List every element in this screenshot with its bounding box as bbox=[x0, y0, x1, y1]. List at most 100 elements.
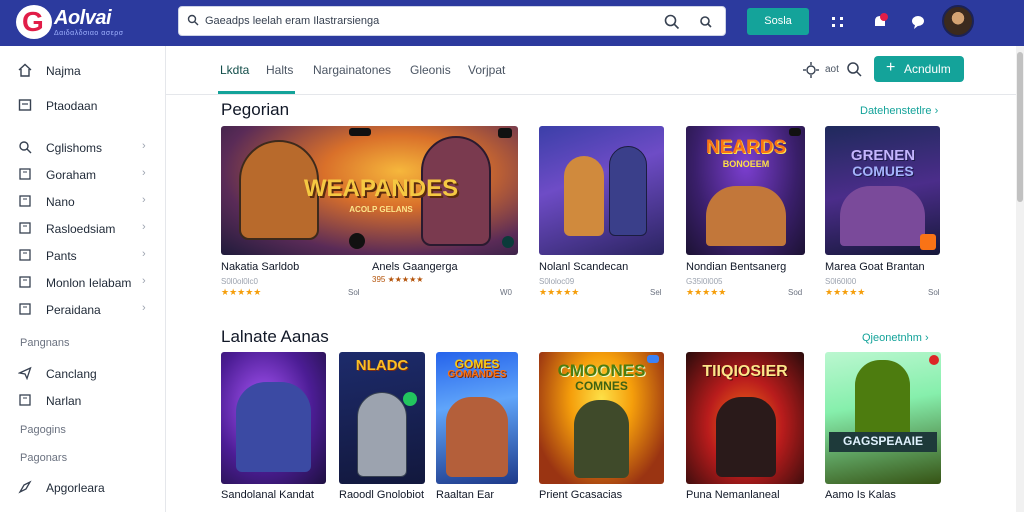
see-all-label: Datehenstetlre bbox=[860, 105, 932, 117]
character-figure bbox=[357, 392, 407, 477]
game-card[interactable]: GOMES GOMANDES bbox=[436, 352, 518, 484]
game-card[interactable]: CMOONES COMNES bbox=[539, 352, 664, 484]
chevron-right-icon: › bbox=[142, 194, 146, 206]
tab-item[interactable]: Vorjpat bbox=[468, 63, 505, 77]
search-input[interactable]: Gaeadps leelah eram Ilastrarsienga bbox=[178, 6, 726, 36]
character-group bbox=[236, 382, 311, 472]
sidebar-section-heading: Pangnans bbox=[20, 337, 70, 349]
chat-bubble-icon[interactable] bbox=[908, 12, 928, 32]
game-card[interactable]: NLADC bbox=[339, 352, 425, 484]
game-title[interactable]: Nolanl Scandecan bbox=[539, 261, 628, 273]
library-icon bbox=[18, 99, 32, 111]
game-card[interactable]: TIIQIOSIER bbox=[686, 352, 804, 484]
chevron-right-icon: › bbox=[142, 167, 146, 179]
character-figure bbox=[564, 156, 604, 236]
game-title[interactable]: Raoodl Gnolobiot bbox=[339, 489, 424, 501]
chevron-right-icon: › bbox=[142, 221, 146, 233]
search-filter-icon[interactable] bbox=[697, 13, 715, 31]
chevron-right-icon: › bbox=[142, 302, 146, 314]
game-title[interactable]: Nakatia Sarldob bbox=[221, 261, 299, 273]
game-title[interactable]: Aamo Is Kalas bbox=[825, 489, 896, 501]
game-title[interactable]: Anels Gaangerga bbox=[372, 261, 458, 273]
plus-icon: + bbox=[886, 59, 896, 76]
settings-icon[interactable] bbox=[802, 61, 820, 79]
sidebar-item-category[interactable]: Goraham › bbox=[18, 164, 158, 186]
game-title[interactable]: Nondian Bentsanerg bbox=[686, 261, 786, 273]
game-logo-text: GRENEN bbox=[850, 147, 916, 164]
sidebar-item-label: Goraham bbox=[46, 168, 97, 182]
sidebar-item-category[interactable]: Monlon Ielabam › bbox=[18, 272, 158, 294]
game-logo-subtext: ACOLP GELANS bbox=[349, 205, 413, 214]
grid-icon bbox=[19, 249, 31, 261]
sidebar-item-category[interactable]: Nano › bbox=[18, 191, 158, 213]
rating-badge-icon bbox=[498, 128, 512, 138]
search-icon bbox=[19, 141, 32, 154]
game-logo-text: GAGSPEAAIE bbox=[842, 434, 923, 448]
character-group bbox=[446, 397, 508, 477]
game-card[interactable]: NEARDS BONOEEM bbox=[686, 126, 805, 255]
game-title[interactable]: Raaltan Ear bbox=[436, 489, 494, 501]
game-card[interactable]: GRENEN COMUES bbox=[825, 126, 940, 255]
game-meta: 395 ★★★★★ bbox=[372, 275, 424, 284]
game-title[interactable]: Sandolanal Kandat bbox=[221, 489, 314, 501]
sidebar-item-category[interactable]: Peraidana › bbox=[18, 299, 158, 321]
game-logo-subtext: COMUES bbox=[852, 163, 914, 179]
game-title[interactable]: Puna Nemanlaneal bbox=[686, 489, 780, 501]
game-logo-text: WEAPANDES bbox=[303, 175, 459, 202]
search-icon[interactable] bbox=[846, 61, 863, 78]
rating-badge-icon bbox=[929, 355, 939, 365]
sidebar-item-share[interactable]: Apgorleara bbox=[18, 477, 158, 499]
game-card[interactable] bbox=[539, 126, 664, 255]
sidebar: Najma Ptaodaan Cglishoms › Goraham › Nan… bbox=[0, 46, 166, 512]
search-submit-icon[interactable] bbox=[663, 13, 681, 31]
sidebar-item-send[interactable]: Canclang bbox=[18, 363, 158, 385]
sidebar-item-home[interactable]: Najma bbox=[18, 60, 158, 82]
game-title[interactable]: Marea Goat Brantan bbox=[825, 261, 925, 273]
sidebar-item-label: Ptaodaan bbox=[46, 99, 98, 113]
chevron-right-icon: › bbox=[142, 248, 146, 260]
rating-badge-icon bbox=[789, 128, 801, 136]
create-button[interactable]: + Acndulm bbox=[874, 56, 964, 82]
sidebar-item-label: Peraidana bbox=[46, 303, 101, 317]
tab-item[interactable]: Nargainatones bbox=[313, 63, 391, 77]
apps-grid-icon[interactable] bbox=[828, 12, 848, 32]
top-action-button[interactable]: Sosla bbox=[747, 8, 809, 35]
platform-icon bbox=[403, 392, 417, 406]
sidebar-item-label: Monlon Ielabam bbox=[46, 276, 132, 290]
rating-stars-icon: ★★★★★ bbox=[539, 287, 580, 297]
game-logo-subtext: COMNES bbox=[575, 379, 628, 393]
sidebar-item-label: Narlan bbox=[46, 394, 82, 408]
game-card-featured[interactable]: WEAPANDES ACOLP GELANS bbox=[221, 126, 518, 255]
sidebar-item-library[interactable]: Ptaodaan bbox=[18, 95, 158, 117]
top-bar: G Aolvai Δαιδαλδσιαο ασερσ Gaeadps leela… bbox=[0, 0, 1024, 46]
grid-icon bbox=[19, 195, 31, 207]
notification-bell-icon[interactable] bbox=[870, 12, 890, 32]
sidebar-section-heading: Pagogins bbox=[20, 424, 66, 436]
app-logo[interactable]: G bbox=[16, 5, 52, 39]
see-all-link[interactable]: Datehenstetlre › bbox=[860, 105, 938, 117]
sidebar-item-label: Canclang bbox=[46, 367, 97, 381]
rating-stars-icon: ★★★★★ bbox=[825, 287, 866, 297]
tab-item[interactable]: Gleonis bbox=[410, 63, 451, 77]
sidebar-item-category[interactable]: Rasloedsiam › bbox=[18, 218, 158, 240]
sidebar-item-category[interactable]: Narlan bbox=[18, 390, 158, 412]
game-title[interactable]: Prient Gcasacias bbox=[539, 489, 622, 501]
sidebar-item-search[interactable]: Cglishoms › bbox=[18, 137, 158, 159]
character-figure bbox=[716, 397, 776, 477]
tab-item[interactable]: Lkdta bbox=[220, 63, 249, 77]
see-all-link[interactable]: Qjeonetnhm › bbox=[862, 332, 929, 344]
sidebar-item-label: Najma bbox=[46, 64, 81, 78]
game-price: Sel bbox=[650, 288, 662, 297]
scrollbar-thumb[interactable] bbox=[1017, 52, 1023, 202]
filter-label[interactable]: aot bbox=[825, 64, 839, 75]
tab-item[interactable]: Halts bbox=[266, 63, 293, 77]
search-icon bbox=[187, 14, 199, 26]
sidebar-section-heading: Pagonars bbox=[20, 452, 68, 464]
sidebar-item-label: Cglishoms bbox=[46, 141, 103, 155]
game-card[interactable]: GAGSPEAAIE bbox=[825, 352, 941, 484]
share-icon bbox=[18, 480, 32, 494]
game-card[interactable] bbox=[221, 352, 326, 484]
section-title: Lalnate Aanas bbox=[221, 327, 329, 346]
sidebar-item-category[interactable]: Pants › bbox=[18, 245, 158, 267]
user-avatar[interactable] bbox=[942, 5, 974, 37]
